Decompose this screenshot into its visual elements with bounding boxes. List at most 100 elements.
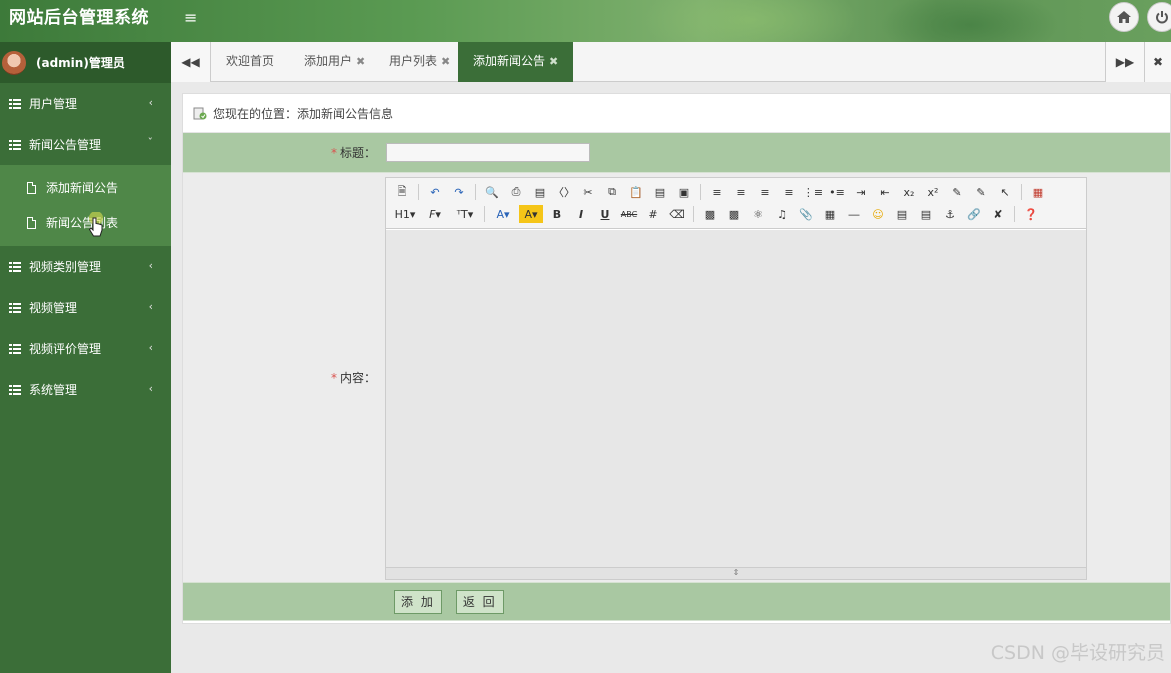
- close-icon[interactable]: ✖: [356, 55, 365, 68]
- link-icon[interactable]: 🔗: [964, 205, 984, 223]
- list-icon: [9, 139, 21, 150]
- strikethrough-icon[interactable]: ABC: [619, 205, 639, 223]
- line-height-icon[interactable]: #: [643, 205, 663, 223]
- tab-welcome[interactable]: 欢迎首页: [211, 42, 289, 82]
- code-icon[interactable]: 〈〉: [553, 183, 575, 201]
- unordered-list-icon[interactable]: •≡: [827, 183, 847, 201]
- font-family-icon[interactable]: F▾: [422, 205, 448, 223]
- attachment-icon[interactable]: 📎: [796, 205, 816, 223]
- help-icon[interactable]: ❓: [1021, 205, 1041, 223]
- sidebar-item-label: 新闻公告管理: [29, 138, 102, 152]
- sidebar-item-system-management[interactable]: 系统管理 ‹: [0, 369, 171, 410]
- paste-text-icon[interactable]: ▤: [650, 183, 670, 201]
- unlink-icon[interactable]: ✘: [988, 205, 1008, 223]
- copy-icon[interactable]: ⧉: [602, 183, 622, 201]
- top-header: 网站后台管理系统 ≡: [0, 0, 1171, 60]
- toolbar-separator: [484, 206, 485, 222]
- image-icon[interactable]: ▩: [700, 205, 720, 223]
- chevron-left-icon: ‹: [148, 341, 153, 354]
- heading-icon[interactable]: H1▾: [392, 205, 418, 223]
- add-button[interactable]: 添 加: [394, 589, 442, 614]
- preview-icon[interactable]: 🔍: [482, 183, 502, 201]
- tab-add-user[interactable]: 添加用户 ✖: [289, 42, 380, 82]
- outdent-icon[interactable]: ⇤: [875, 183, 895, 201]
- indent-icon[interactable]: ⇥: [851, 183, 871, 201]
- font-size-icon[interactable]: ᵀT▾: [452, 205, 478, 223]
- cut-icon[interactable]: ✂: [578, 183, 598, 201]
- horizontal-rule-icon[interactable]: ―: [844, 205, 864, 223]
- tabs-scroll-right-icon[interactable]: ▶▶: [1105, 42, 1145, 82]
- sidebar-item-video-category[interactable]: 视频类别管理 ‹: [0, 246, 171, 287]
- menu-toggle-icon[interactable]: ≡: [184, 8, 197, 27]
- tab-add-news[interactable]: 添加新闻公告 ✖: [458, 42, 574, 82]
- select-all-icon[interactable]: ✎: [971, 183, 991, 201]
- tabs-scroll-left-icon[interactable]: ◀◀: [171, 42, 211, 82]
- source-code-icon[interactable]: 🗎: [392, 183, 412, 201]
- avatar: [2, 50, 26, 75]
- sidebar-subitem-add-news[interactable]: 添加新闻公告: [0, 170, 171, 205]
- home-icon[interactable]: [1109, 2, 1139, 32]
- italic-icon[interactable]: I: [571, 205, 591, 223]
- bold-icon[interactable]: B: [547, 205, 567, 223]
- user-name: (admin)管理员: [36, 56, 125, 70]
- list-icon: [9, 261, 21, 272]
- sidebar-item-video-review[interactable]: 视频评价管理 ‹: [0, 328, 171, 369]
- toolbar-separator: [700, 184, 701, 200]
- anchor-icon[interactable]: ⚓: [940, 205, 960, 223]
- subscript-icon[interactable]: x₂: [899, 183, 919, 201]
- sidebar-item-news-management[interactable]: 新闻公告管理 ˇ: [0, 124, 171, 165]
- pointer-icon[interactable]: ↖: [995, 183, 1015, 201]
- chevron-left-icon: ‹: [148, 382, 153, 395]
- fullscreen-icon[interactable]: ✖: [1145, 42, 1171, 82]
- map-icon[interactable]: ▤: [892, 205, 912, 223]
- fullscreen-icon[interactable]: ▦: [1028, 183, 1048, 201]
- chevron-left-icon: ‹: [148, 96, 153, 109]
- page-break-icon[interactable]: ▤: [916, 205, 936, 223]
- template-icon[interactable]: ▤: [530, 183, 550, 201]
- sidebar-item-user-management[interactable]: 用户管理 ‹: [0, 83, 171, 124]
- multi-image-icon[interactable]: ▩: [724, 205, 744, 223]
- toolbar-separator: [1021, 184, 1022, 200]
- font-color-icon[interactable]: A▾: [491, 205, 515, 223]
- content-row: * 内容： 🗎 ↶ ↷ 🔍 ⎙ ▤ 〈〉 ✂ ⧉ 📋 ▤ ▣ ≡ ≡ ≡ ≡ ⋮…: [183, 173, 1170, 583]
- justify-icon[interactable]: ≡: [779, 183, 799, 201]
- title-label: * 标题：: [183, 144, 384, 161]
- list-icon: [9, 384, 21, 395]
- editor-resize-handle-icon[interactable]: ⇕: [386, 567, 1086, 579]
- close-icon[interactable]: ✖: [549, 55, 558, 68]
- sidebar-item-label: 系统管理: [29, 383, 78, 397]
- flash-icon[interactable]: ⚛: [748, 205, 768, 223]
- align-left-icon[interactable]: ≡: [707, 183, 727, 201]
- clear-format-icon[interactable]: ✎: [947, 183, 967, 201]
- tab-label: 欢迎首页: [226, 54, 275, 68]
- table-icon[interactable]: ▦: [820, 205, 840, 223]
- tab-user-list[interactable]: 用户列表 ✖: [374, 42, 465, 82]
- print-icon[interactable]: ⎙: [506, 183, 526, 201]
- paste-word-icon[interactable]: ▣: [674, 183, 694, 201]
- eraser-icon[interactable]: ⌫: [667, 205, 687, 223]
- editor-content-area[interactable]: [386, 230, 1086, 567]
- emoticon-icon[interactable]: ☺: [868, 205, 888, 223]
- list-icon: [9, 302, 21, 313]
- title-input[interactable]: [386, 143, 590, 162]
- paste-icon[interactable]: 📋: [626, 183, 646, 201]
- editor-toolbar: 🗎 ↶ ↷ 🔍 ⎙ ▤ 〈〉 ✂ ⧉ 📋 ▤ ▣ ≡ ≡ ≡ ≡ ⋮≡ •≡ ⇥…: [386, 178, 1086, 229]
- superscript-icon[interactable]: x²: [923, 183, 943, 201]
- tab-label: 添加新闻公告: [473, 54, 546, 68]
- ordered-list-icon[interactable]: ⋮≡: [803, 183, 823, 201]
- media-icon[interactable]: ♫: [772, 205, 792, 223]
- sidebar-subitem-news-list[interactable]: 新闻公告列表: [0, 205, 171, 240]
- redo-icon[interactable]: ↷: [449, 183, 469, 201]
- align-center-icon[interactable]: ≡: [731, 183, 751, 201]
- toolbar-separator: [1014, 206, 1015, 222]
- power-icon[interactable]: [1147, 2, 1171, 32]
- close-icon[interactable]: ✖: [441, 55, 450, 68]
- undo-icon[interactable]: ↶: [425, 183, 445, 201]
- back-button[interactable]: 返 回: [455, 589, 504, 614]
- align-right-icon[interactable]: ≡: [755, 183, 775, 201]
- underline-icon[interactable]: U: [595, 205, 615, 223]
- highlight-color-icon[interactable]: A▾: [519, 205, 543, 223]
- location-icon: [193, 106, 207, 120]
- content-label-text: 内容：: [339, 371, 376, 385]
- sidebar-item-video-management[interactable]: 视频管理 ‹: [0, 287, 171, 328]
